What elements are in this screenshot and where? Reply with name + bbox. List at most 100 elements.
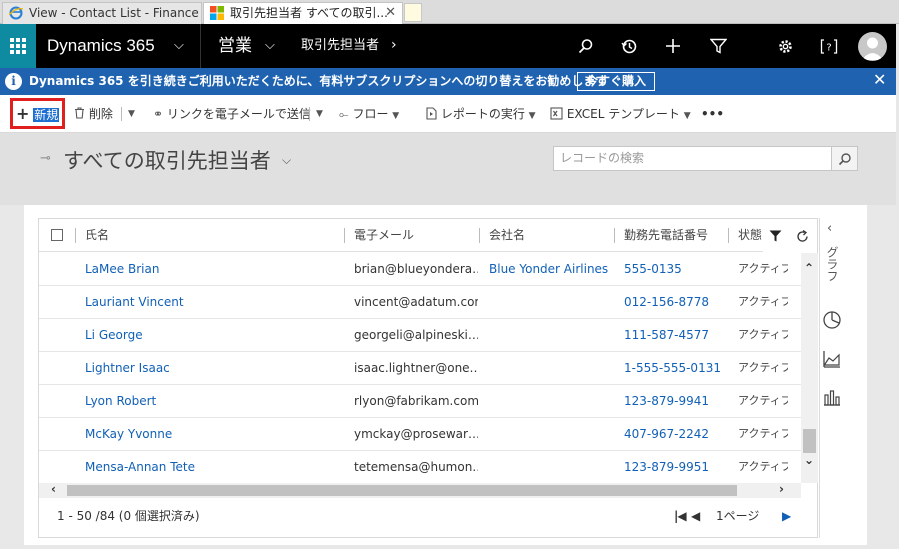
divider xyxy=(121,107,122,121)
contact-phone-link[interactable]: 123-879-9941 xyxy=(624,385,724,417)
info-icon: i xyxy=(5,73,22,90)
column-header-email[interactable]: 電子メール xyxy=(354,219,414,252)
history-icon[interactable] xyxy=(618,35,640,57)
table-row[interactable]: Lightner Isaac isaac.lightner@one… 1-555-5… xyxy=(39,352,801,385)
avatar[interactable] xyxy=(858,32,887,61)
area-selector[interactable]: 営業 xyxy=(218,24,252,68)
new-tab-button[interactable] xyxy=(404,3,422,22)
horizontal-scrollbar[interactable]: ‹ › xyxy=(39,482,801,498)
table-row[interactable]: McKay Yvonne ymckay@prosewar… 407-967-2242… xyxy=(39,418,801,451)
ie-icon xyxy=(9,6,23,20)
help-icon[interactable]: ? xyxy=(818,35,840,57)
search-icon[interactable] xyxy=(575,35,597,57)
divider xyxy=(728,228,729,243)
scrollbar-thumb[interactable] xyxy=(67,485,737,496)
column-header-phone[interactable]: 勤務先電話番号 xyxy=(624,219,708,252)
browser-tab-contact-list[interactable]: View - Contact List - Finance a... xyxy=(2,2,202,24)
browser-tab-title: View - Contact List - Finance a... xyxy=(29,6,201,20)
scrollbar-thumb[interactable] xyxy=(803,429,816,453)
contact-name-link[interactable]: Mensa-Annan Tete xyxy=(85,451,325,483)
gear-icon[interactable] xyxy=(774,35,796,57)
divider xyxy=(614,228,615,243)
flow-button[interactable]: ⟜ フロー ▼ xyxy=(339,95,399,135)
column-header-status[interactable]: 状態 xyxy=(738,219,762,252)
table-row[interactable]: Li George georgeli@alpineski… 111-587-4577… xyxy=(39,319,801,352)
trash-icon xyxy=(74,107,89,121)
browser-tab-contacts[interactable]: 取引先担当者 すべての取引... ✕ xyxy=(203,2,403,24)
excel-template-button[interactable]: EXCEL テンプレート ▼ xyxy=(550,95,691,135)
contact-name-link[interactable]: Lightner Isaac xyxy=(85,352,325,384)
brand-title[interactable]: Dynamics 365 xyxy=(47,24,155,68)
contact-phone-link[interactable]: 555-0135 xyxy=(624,253,724,285)
table-row[interactable]: LaMee Brian brian@blueyondera… Blue Yonder… xyxy=(39,253,801,286)
filter-icon[interactable] xyxy=(707,35,729,57)
browser-tab-strip: View - Contact List - Finance a... 取引先担当… xyxy=(0,0,899,24)
excel-template-label: EXCEL テンプレート xyxy=(566,107,680,121)
contact-phone-link[interactable]: 012-156-8778 xyxy=(624,286,724,318)
chevron-right-icon[interactable]: › xyxy=(779,482,784,496)
table-row[interactable]: Lyon Robert rlyon@fabrikam.com 123-879-994… xyxy=(39,385,801,418)
contact-name-link[interactable]: Li George xyxy=(85,319,325,351)
contact-email: brian@blueyondera… xyxy=(354,262,478,276)
table-row[interactable]: Lauriant Vincent vincent@adatum.com 012-15… xyxy=(39,286,801,319)
select-all-checkbox[interactable] xyxy=(51,229,63,241)
buy-now-button[interactable]: 今すぐ購入 xyxy=(577,72,655,91)
flow-label: フロー xyxy=(352,107,389,121)
chevron-down-icon[interactable]: ⌵ xyxy=(265,38,275,53)
excel-icon xyxy=(550,107,567,121)
area-chart-icon[interactable] xyxy=(822,349,842,369)
app-launcher-button[interactable] xyxy=(0,24,36,68)
delete-button[interactable]: 削除 xyxy=(74,95,113,133)
browser-tab-title: 取引先担当者 すべての取引... xyxy=(230,6,388,20)
contact-phone-link[interactable]: 1-555-555-0131 xyxy=(624,352,724,384)
new-button[interactable]: + 新規 xyxy=(16,95,60,134)
first-page-icon[interactable]: |◀ xyxy=(674,498,687,534)
table-row[interactable]: Mensa-Annan Tete tetemensa@humon… 123-879-… xyxy=(39,451,801,484)
chevron-left-icon[interactable]: ‹ xyxy=(51,482,56,496)
chevron-up-icon[interactable]: ⌃ xyxy=(804,261,814,275)
search-input[interactable]: レコードの検索 xyxy=(553,146,832,171)
contact-name-link[interactable]: Lyon Robert xyxy=(85,385,325,417)
contact-email: tetemensa@humon… xyxy=(354,460,478,474)
divider xyxy=(309,107,310,121)
entity-breadcrumb[interactable]: 取引先担当者 xyxy=(301,24,379,68)
plus-icon[interactable] xyxy=(662,35,684,57)
vertical-scrollbar[interactable]: ⌃ ⌄ xyxy=(801,253,818,483)
contact-status: アクティブ xyxy=(738,394,788,407)
chevron-down-icon[interactable]: ⌵ xyxy=(282,153,291,168)
grid-header: 氏名 電子メール 会社名 勤務先電話番号 状態 xyxy=(39,219,817,252)
column-header-name[interactable]: 氏名 xyxy=(85,219,109,252)
contact-name-link[interactable]: Lauriant Vincent xyxy=(85,286,325,318)
email-link-dropdown-caret[interactable]: ▼ xyxy=(316,95,323,133)
subscription-notification-bar: i Dynamics 365 を引き続きご利用いただくために、有料サブスクリプシ… xyxy=(0,68,896,95)
contact-company-link[interactable]: Blue Yonder Airlines xyxy=(489,253,614,285)
chart-panel-label[interactable]: グラフ xyxy=(824,246,841,282)
delete-dropdown-caret[interactable]: ▼ xyxy=(128,95,135,133)
contact-phone-link[interactable]: 111-587-4577 xyxy=(624,319,724,351)
chevron-down-icon[interactable]: ⌵ xyxy=(174,38,184,53)
page-title[interactable]: すべての取引先担当者 xyxy=(63,145,271,175)
chevron-right-icon[interactable]: › xyxy=(391,37,397,53)
email-link-label: リンクを電子メールで送信 xyxy=(166,107,311,121)
filter-icon[interactable] xyxy=(769,230,782,242)
grid-footer: 1 - 50 /84 (0 個選択済み) |◀ ◀ 1ページ ▶ xyxy=(39,498,818,536)
pie-chart-icon[interactable] xyxy=(822,310,842,330)
column-header-company[interactable]: 会社名 xyxy=(489,219,525,252)
refresh-icon[interactable] xyxy=(795,229,810,244)
next-page-icon[interactable]: ▶ xyxy=(782,498,791,534)
close-icon[interactable]: ✕ xyxy=(873,70,886,89)
search-button[interactable] xyxy=(831,146,858,171)
contact-name-link[interactable]: LaMee Brian xyxy=(85,253,325,285)
email-link-button[interactable]: ⚭ リンクを電子メールで送信 xyxy=(153,95,311,133)
contact-phone-link[interactable]: 407-967-2242 xyxy=(624,418,724,450)
contact-phone-link[interactable]: 123-879-9951 xyxy=(624,451,724,483)
close-icon[interactable]: ✕ xyxy=(385,3,396,23)
more-commands-button[interactable]: ••• xyxy=(701,95,724,133)
chevron-down-icon[interactable]: ⌄ xyxy=(804,453,814,467)
previous-page-icon[interactable]: ◀ xyxy=(691,498,700,534)
pin-icon[interactable]: ⊸ xyxy=(40,151,51,166)
run-report-button[interactable]: レポートの実行 ▼ xyxy=(426,95,536,135)
contact-name-link[interactable]: McKay Yvonne xyxy=(85,418,325,450)
bar-chart-icon[interactable] xyxy=(822,387,842,407)
chevron-left-icon[interactable]: ‹ xyxy=(827,221,832,236)
